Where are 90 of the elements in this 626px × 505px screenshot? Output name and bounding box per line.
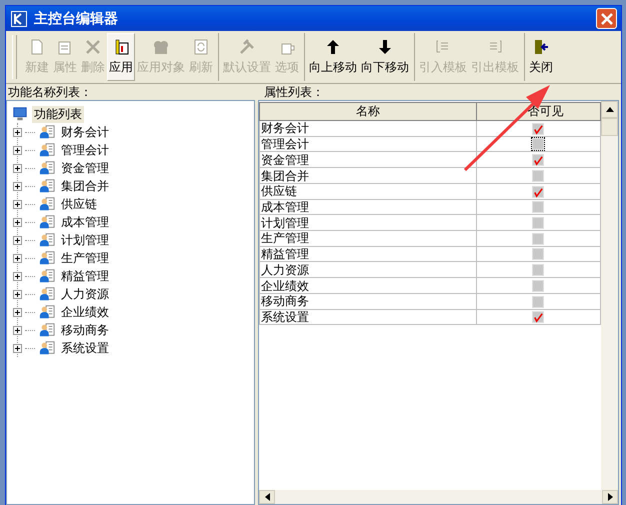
- table-cell: 移动商务: [260, 293, 476, 310]
- column-header: 名称: [260, 102, 476, 120]
- user-document-icon: [38, 304, 56, 320]
- plus-icon[interactable]: [13, 164, 22, 172]
- table-cell: 计划管理: [260, 214, 476, 231]
- plus-icon[interactable]: [13, 128, 22, 136]
- up-triangle-icon: [606, 107, 614, 112]
- checkbox[interactable]: [532, 217, 544, 230]
- scroll-right-button[interactable]: [602, 490, 618, 504]
- table-cell: 供应链: [260, 183, 476, 200]
- x-icon: [84, 38, 102, 56]
- objects-icon: [152, 38, 170, 56]
- table-cell: 管理会计: [260, 136, 476, 152]
- app-logo-icon: [10, 10, 28, 28]
- user-document-icon: [38, 286, 56, 302]
- checkbox[interactable]: [532, 311, 544, 324]
- checkbox[interactable]: [532, 170, 544, 182]
- checkbox[interactable]: [532, 232, 544, 245]
- plus-icon[interactable]: [13, 218, 22, 226]
- plus-icon[interactable]: [13, 236, 22, 244]
- plus-icon[interactable]: [13, 200, 22, 208]
- tree-item[interactable]: 管理会计: [59, 142, 111, 158]
- panel-label: 属性列表：: [263, 84, 324, 100]
- table-cell: 精益管理: [260, 246, 476, 262]
- user-document-icon: [38, 268, 56, 284]
- tree-item[interactable]: 财务会计: [59, 124, 111, 140]
- refresh-icon: [192, 38, 210, 56]
- tree-item[interactable]: 成本管理: [59, 214, 111, 230]
- checkbox[interactable]: [532, 248, 544, 260]
- toolbar-grip: [12, 35, 17, 79]
- user-document-icon: [38, 232, 56, 248]
- tree-item[interactable]: 供应链: [59, 196, 99, 212]
- table-cell: 成本管理: [260, 199, 476, 215]
- tree-item[interactable]: 企业绩效: [59, 304, 111, 320]
- plus-icon[interactable]: [13, 290, 22, 298]
- plus-icon[interactable]: [13, 272, 22, 280]
- checkbox[interactable]: [532, 122, 544, 135]
- table-cell: 系统设置: [260, 309, 476, 325]
- tree-item[interactable]: 人力资源: [59, 286, 111, 302]
- scroll-left-button[interactable]: [259, 490, 275, 504]
- plus-icon[interactable]: [13, 254, 22, 262]
- checkbox[interactable]: [532, 201, 544, 214]
- tree-item[interactable]: 计划管理: [59, 232, 111, 248]
- tree-item[interactable]: 集团合并: [59, 178, 111, 194]
- user-document-icon: [38, 250, 56, 266]
- right-triangle-icon: [608, 493, 612, 501]
- plus-icon[interactable]: [13, 182, 22, 190]
- table-cell: 资金管理: [260, 152, 476, 168]
- door-icon: [532, 38, 550, 56]
- table-cell: 人力资源: [260, 262, 476, 278]
- user-document-icon: [38, 178, 56, 194]
- tree-item[interactable]: 功能列表: [32, 106, 84, 122]
- toolbar-button[interactable]: 向下移动: [359, 33, 411, 81]
- user-document-icon: [38, 196, 56, 212]
- plus-icon[interactable]: [13, 326, 22, 334]
- scroll-up-button[interactable]: [601, 101, 618, 118]
- plus-icon[interactable]: [13, 344, 22, 352]
- checkbox[interactable]: [532, 186, 544, 198]
- window-title: 主控台编辑器: [34, 10, 119, 28]
- tree-item[interactable]: 移动商务: [59, 322, 111, 338]
- toolbar-button[interactable]: 向上移动: [307, 33, 359, 81]
- left-triangle-icon: [264, 493, 270, 501]
- scroll-thumb[interactable]: [601, 118, 618, 136]
- checkbox[interactable]: [532, 296, 544, 308]
- panel-label: 功能名称列表：: [7, 84, 93, 100]
- tree-item[interactable]: 生产管理: [59, 250, 111, 266]
- user-document-icon: [38, 322, 56, 338]
- user-document-icon: [38, 124, 56, 140]
- table-cell: 企业绩效: [260, 278, 476, 294]
- checkbox[interactable]: [532, 264, 544, 276]
- plus-icon[interactable]: [13, 146, 22, 154]
- table-cell: 财务会计: [260, 120, 476, 136]
- tree-item[interactable]: 精益管理: [59, 268, 111, 284]
- table-cell: 集团合并: [260, 168, 476, 184]
- toolbar-button[interactable]: 关闭: [527, 33, 555, 81]
- close-button[interactable]: [596, 8, 617, 29]
- user-document-icon: [38, 160, 56, 176]
- checkbox[interactable]: [532, 280, 544, 292]
- plus-icon[interactable]: [13, 308, 22, 316]
- toolbar-button[interactable]: 应用: [107, 33, 135, 81]
- user-document-icon: [38, 142, 56, 158]
- checkbox[interactable]: [532, 154, 544, 166]
- user-document-icon: [38, 214, 56, 230]
- checkbox[interactable]: [532, 138, 544, 150]
- tools-icon: [238, 38, 256, 56]
- tree-item[interactable]: 资金管理: [59, 160, 111, 176]
- computer-icon: [11, 106, 29, 122]
- table-cell: 生产管理: [260, 230, 476, 246]
- user-document-icon: [38, 340, 56, 356]
- tree-item[interactable]: 系统设置: [59, 340, 111, 356]
